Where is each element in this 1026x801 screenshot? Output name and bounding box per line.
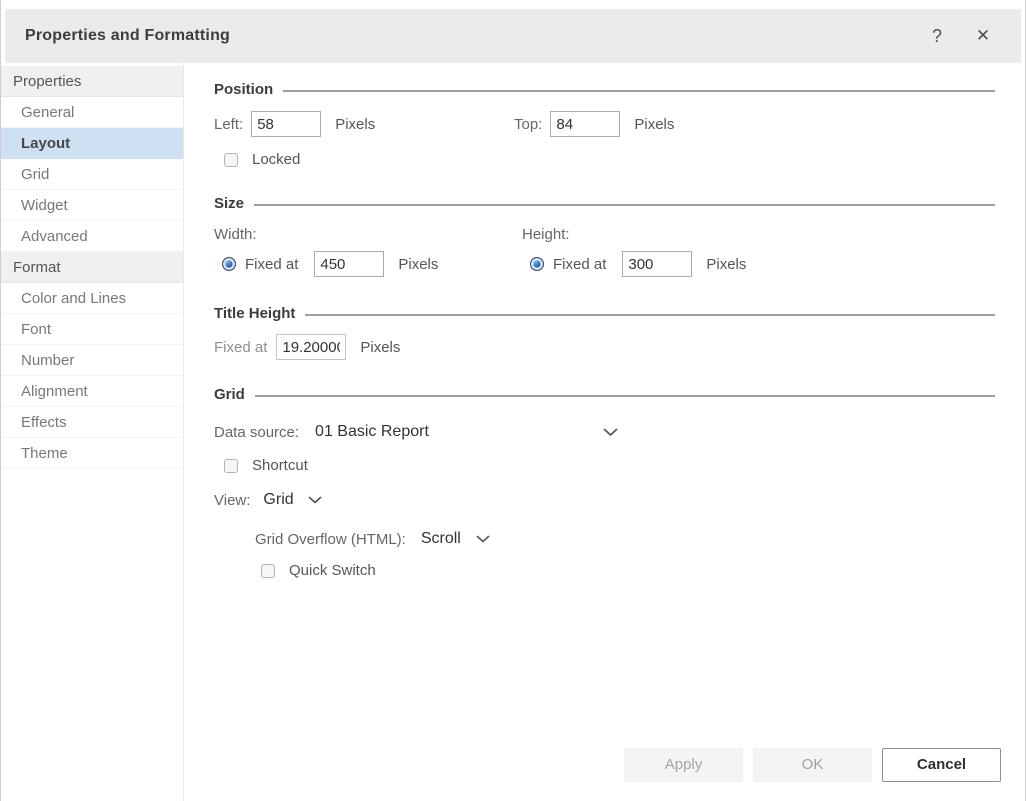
- dialog-title: Properties and Formatting: [25, 27, 230, 45]
- view-label: View:: [214, 492, 250, 509]
- data-source-value: 01 Basic Report: [315, 423, 429, 441]
- top-input[interactable]: [550, 111, 620, 137]
- sidebar-item-grid[interactable]: Grid: [1, 159, 183, 190]
- top-unit-label: Pixels: [634, 116, 674, 133]
- height-group: Fixed at Pixels: [522, 251, 830, 277]
- sidebar-item-layout[interactable]: Layout: [1, 128, 183, 159]
- titlebar-icons: ? ✕: [927, 26, 993, 46]
- quick-switch-label: Quick Switch: [289, 562, 376, 579]
- locked-checkbox[interactable]: [224, 153, 238, 167]
- data-source-dropdown[interactable]: Data source: 01 Basic Report: [214, 423, 618, 441]
- top-label: Top:: [514, 116, 542, 133]
- width-group: Fixed at Pixels: [214, 251, 522, 277]
- ok-button[interactable]: OK: [753, 748, 872, 782]
- properties-dialog: Properties and Formatting ? ✕ Properties…: [0, 0, 1026, 801]
- height-fixed-label: Fixed at: [553, 256, 606, 273]
- left-input[interactable]: [251, 111, 321, 137]
- shortcut-label: Shortcut: [252, 457, 308, 474]
- size-inputs-row: Fixed at Pixels Fixed at Pixels: [214, 251, 995, 277]
- size-section-title: Size: [214, 195, 244, 212]
- sidebar-section-properties: Properties: [1, 66, 183, 97]
- sidebar-item-effects[interactable]: Effects: [1, 407, 183, 438]
- cancel-button[interactable]: Cancel: [882, 748, 1001, 782]
- sidebar-item-number[interactable]: Number: [1, 345, 183, 376]
- grid-overflow-dropdown[interactable]: Grid Overflow (HTML): Scroll: [214, 530, 995, 548]
- locked-label: Locked: [252, 151, 300, 168]
- title-height-row: Fixed at Pixels: [214, 334, 995, 360]
- left-label: Left:: [214, 116, 243, 133]
- sidebar: Properties General Layout Grid Widget Ad…: [1, 63, 184, 801]
- height-fixed-radio[interactable]: [530, 257, 544, 271]
- title-height-unit-label: Pixels: [360, 339, 400, 356]
- view-value: Grid: [263, 491, 293, 509]
- title-height-section-title: Title Height: [214, 305, 295, 322]
- shortcut-row: Shortcut: [214, 457, 995, 474]
- close-icon[interactable]: ✕: [973, 26, 993, 46]
- width-unit-label: Pixels: [398, 256, 438, 273]
- position-section-header: Position: [214, 81, 995, 98]
- grid-overflow-value: Scroll: [421, 530, 461, 548]
- grid-section-title: Grid: [214, 386, 245, 403]
- chevron-down-icon[interactable]: [603, 428, 618, 437]
- locked-row: Locked: [214, 151, 995, 168]
- chevron-down-icon[interactable]: [308, 496, 322, 504]
- section-divider: [305, 314, 995, 316]
- sidebar-item-theme[interactable]: Theme: [1, 438, 183, 469]
- height-unit-label: Pixels: [706, 256, 746, 273]
- grid-section-header: Grid: [214, 386, 995, 403]
- width-label: Width:: [214, 226, 522, 243]
- view-dropdown[interactable]: View: Grid: [214, 491, 995, 509]
- width-fixed-radio[interactable]: [222, 257, 236, 271]
- sidebar-item-color-and-lines[interactable]: Color and Lines: [1, 283, 183, 314]
- apply-button[interactable]: Apply: [624, 748, 743, 782]
- sidebar-item-widget[interactable]: Widget: [1, 190, 183, 221]
- section-divider: [283, 90, 995, 92]
- shortcut-checkbox[interactable]: [224, 459, 238, 473]
- grid-overflow-label: Grid Overflow (HTML):: [255, 531, 406, 548]
- content-panel: Position Left: Pixels Top: Pixels Locked: [184, 63, 1025, 801]
- title-height-input[interactable]: [276, 334, 346, 360]
- quick-switch-checkbox[interactable]: [261, 564, 275, 578]
- dialog-footer: Apply OK Cancel: [624, 748, 1001, 782]
- quick-switch-row: Quick Switch: [214, 562, 995, 579]
- title-height-section-header: Title Height: [214, 305, 995, 322]
- sidebar-item-advanced[interactable]: Advanced: [1, 221, 183, 252]
- data-source-label: Data source:: [214, 424, 299, 441]
- top-position-group: Top: Pixels: [514, 111, 814, 137]
- sidebar-item-general[interactable]: General: [1, 97, 183, 128]
- height-input[interactable]: [622, 251, 692, 277]
- sidebar-item-alignment[interactable]: Alignment: [1, 376, 183, 407]
- section-divider: [255, 395, 995, 397]
- section-divider: [254, 204, 995, 206]
- size-section-header: Size: [214, 195, 995, 212]
- title-height-fixed-label: Fixed at: [214, 339, 267, 356]
- position-inputs-row: Left: Pixels Top: Pixels: [214, 111, 995, 137]
- left-position-group: Left: Pixels: [214, 111, 514, 137]
- height-label: Height:: [522, 226, 570, 243]
- dialog-titlebar: Properties and Formatting ? ✕: [5, 9, 1021, 63]
- size-labels-row: Width: Height:: [214, 226, 995, 243]
- sidebar-item-font[interactable]: Font: [1, 314, 183, 345]
- width-fixed-label: Fixed at: [245, 256, 298, 273]
- left-unit-label: Pixels: [335, 116, 375, 133]
- width-input[interactable]: [314, 251, 384, 277]
- position-section-title: Position: [214, 81, 273, 98]
- chevron-down-icon[interactable]: [476, 535, 490, 543]
- help-icon[interactable]: ?: [927, 26, 947, 46]
- sidebar-section-format: Format: [1, 252, 183, 283]
